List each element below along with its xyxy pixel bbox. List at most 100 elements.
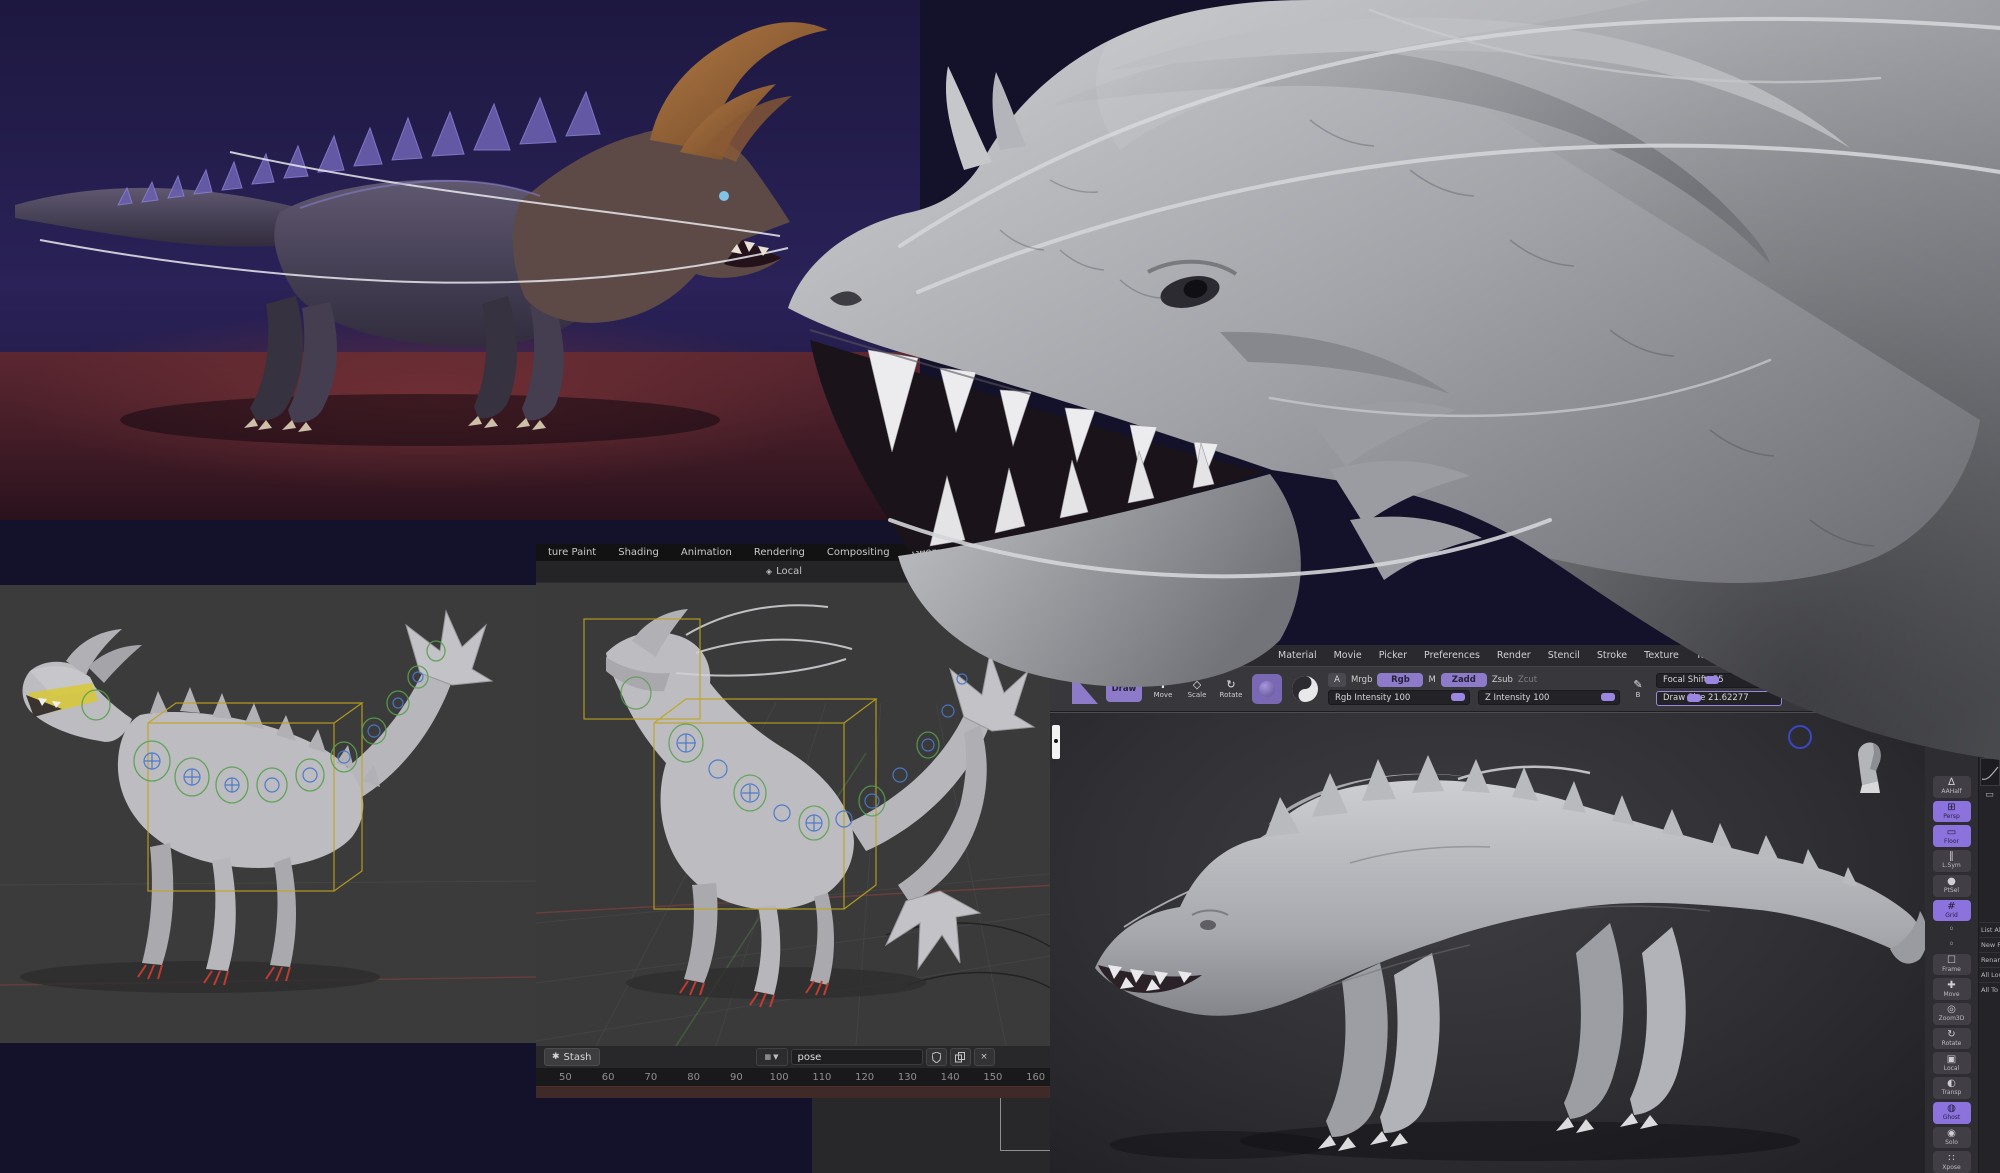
rigged-dragon-side-view [0, 585, 536, 1043]
draw-size-slider[interactable]: Draw Size 21.62277 [1656, 691, 1782, 706]
persp-icon: ⊞ [1947, 803, 1955, 813]
menu-stencil[interactable]: Stencil [1548, 650, 1580, 661]
shelf-rotate-button[interactable]: ↻ Rotate [1933, 1028, 1971, 1050]
timeline-ruler[interactable]: 50 60 70 80 90 100 110 120 130 140 150 1… [536, 1068, 1057, 1086]
rotate-icon: ↻ [1226, 679, 1235, 691]
tab-animation[interactable]: Animation [681, 547, 732, 558]
new-action-copy-button[interactable] [950, 1048, 971, 1066]
stash-icon: ✱ [552, 1052, 560, 1062]
dragon-project-collage: ture Paint Shading Animation Rendering C… [0, 0, 2000, 1173]
brush-size-group: Focal Shift -55 Draw Size 21.62277 Dynam… [1656, 673, 1830, 706]
shelf-lsym-button[interactable]: ∥ L.Sym [1933, 850, 1971, 872]
zbrush-canvas[interactable] [1050, 712, 1925, 1173]
xpose-icon: ∷ [1948, 1154, 1954, 1164]
shelf-solo-button[interactable]: ◉ Solo [1933, 1127, 1971, 1149]
pen-b-widget[interactable]: ✎ B [1628, 679, 1648, 699]
m-label[interactable]: M [1428, 675, 1435, 685]
blender-left-viewport[interactable] [0, 585, 536, 1043]
dynamic-toggle[interactable]: Dynamic [1788, 694, 1824, 703]
tray-item-list-all[interactable]: List All [1979, 922, 2000, 937]
menu-transform[interactable]: Transform [1731, 650, 1778, 661]
shelf-zoom3d-button[interactable]: ◎ Zoom3D [1933, 1003, 1971, 1025]
tray-tab-v1[interactable]: V1 [1980, 714, 1993, 724]
zcut-label: Zcut [1518, 675, 1537, 685]
shelf-xpose-button[interactable]: ∷ Xpose [1933, 1151, 1971, 1173]
timeline-out-of-range-band [536, 1086, 1057, 1098]
mrgb-label[interactable]: Mrgb [1351, 675, 1372, 685]
menu-movie[interactable]: Movie [1334, 650, 1362, 661]
shelf-frame-button[interactable]: ☐ Frame [1933, 954, 1971, 976]
dragon-sculpt-full-body [1050, 713, 1925, 1173]
viewport-header: ◈ Local [536, 561, 1057, 583]
shelf-minor-button-1[interactable]: ◦ [1941, 924, 1963, 936]
tray-item-all-low[interactable]: All Low [1979, 967, 2000, 982]
menu-zplugin[interactable]: Zplugin [1796, 650, 1832, 661]
tab-shading[interactable]: Shading [618, 547, 659, 558]
focal-shift-slider[interactable]: Focal Shift -55 [1656, 673, 1830, 688]
blender-center-viewport[interactable] [536, 583, 1057, 1046]
menu-preferences[interactable]: Preferences [1424, 650, 1480, 661]
menu-zscript[interactable]: Zscript [1849, 650, 1882, 661]
material-sphere-button[interactable] [1290, 674, 1320, 704]
shelf-move-button[interactable]: ✚ Move [1933, 978, 1971, 1000]
curve-thumbnail[interactable] [1980, 758, 2000, 786]
tray-tab-v2[interactable]: V2 [1995, 714, 2000, 724]
local-view-icon: ◈ [766, 567, 772, 576]
brush-preview-button[interactable] [1252, 674, 1282, 704]
blender-center-panel: ture Paint Shading Animation Rendering C… [536, 544, 1057, 1098]
shelf-aahalf-button[interactable]: ∆ AAHalf [1933, 776, 1971, 798]
zbrush-top-shelf: Draw ✚ Move ◇ Scale ↻ Rotate [1050, 666, 2000, 712]
tab-rendering[interactable]: Rendering [754, 547, 805, 558]
curve-thumbnail[interactable] [1980, 728, 2000, 756]
tab-texture-paint[interactable]: ture Paint [548, 547, 596, 558]
shelf-persp-button[interactable]: ⊞ Persp [1933, 801, 1971, 823]
aahalf-icon: ∆ [1948, 778, 1955, 788]
dot-icon: ◦ [1949, 940, 1955, 950]
folder-icon[interactable]: ▭ [1979, 790, 2000, 800]
shelf-floor-button[interactable]: ▭ Floor [1933, 825, 1971, 847]
menu-picker[interactable]: Picker [1379, 650, 1407, 661]
menu-help[interactable]: Help [1899, 650, 1921, 661]
menu-material[interactable]: Material [1278, 650, 1317, 661]
menu-tool[interactable]: Tool [1696, 650, 1714, 661]
z-intensity-slider[interactable]: Z Intensity 100 [1478, 690, 1620, 705]
tray-item-new-f[interactable]: New F [1979, 937, 2000, 952]
tab-geometry-nodes[interactable]: Geometry Nod [912, 547, 985, 558]
frame-icon: ☐ [1947, 956, 1956, 966]
canvas-scroll-nub[interactable] [1052, 725, 1060, 759]
floor-icon: ▭ [1947, 828, 1956, 838]
unlink-action-button[interactable]: × [974, 1048, 995, 1066]
zadd-button[interactable]: Zadd [1441, 673, 1487, 687]
draw-mode-button[interactable]: Draw [1106, 676, 1142, 702]
shelf-corner-shape [1072, 674, 1098, 704]
move-mode-button[interactable]: ✚ Move [1150, 679, 1176, 699]
zsub-label[interactable]: Zsub [1492, 675, 1513, 685]
menu-stroke[interactable]: Stroke [1597, 650, 1627, 661]
tray-item-all-to[interactable]: All To [1979, 982, 2000, 997]
browse-icon: ▦ [764, 1053, 771, 1061]
fake-user-shield-button[interactable] [926, 1048, 947, 1066]
rgb-intensity-slider[interactable]: Rgb Intensity 100 [1328, 690, 1470, 705]
stash-button[interactable]: ✱ Stash [544, 1048, 600, 1066]
shelf-transp-button[interactable]: ◐ Transp [1933, 1077, 1971, 1099]
shelf-grid-button[interactable]: # Grid [1933, 900, 1971, 922]
menu-render[interactable]: Render [1497, 650, 1531, 661]
tab-compositing[interactable]: Compositing [827, 547, 890, 558]
scale-icon: ◇ [1193, 679, 1201, 691]
shelf-ptsel-button[interactable]: ● PtSel [1933, 875, 1971, 897]
shelf-minor-button-2[interactable]: ◦ [1941, 939, 1963, 951]
browse-action-dropdown[interactable]: ▦ ▼ [756, 1048, 788, 1066]
tray-item-rename[interactable]: Renam [1979, 952, 2000, 967]
total-points: TotalPoints: 67.539 Mil [1866, 689, 1968, 700]
rgb-button[interactable]: Rgb [1377, 673, 1423, 687]
action-name-input[interactable] [791, 1049, 923, 1065]
scale-mode-button[interactable]: ◇ Scale [1184, 679, 1210, 699]
pen-d-widget[interactable]: ✎ D [1838, 679, 1858, 699]
rotate-mode-button[interactable]: ↻ Rotate [1218, 679, 1244, 699]
menu-texture[interactable]: Texture [1644, 650, 1679, 661]
a-button[interactable]: A [1328, 673, 1346, 687]
shelf-ghost-button[interactable]: ◍ Ghost [1933, 1102, 1971, 1124]
shelf-local-button[interactable]: ▣ Local [1933, 1052, 1971, 1074]
blender-workspace-tabs: ture Paint Shading Animation Rendering C… [536, 544, 1057, 561]
zoom-icon: ◎ [1947, 1005, 1956, 1015]
